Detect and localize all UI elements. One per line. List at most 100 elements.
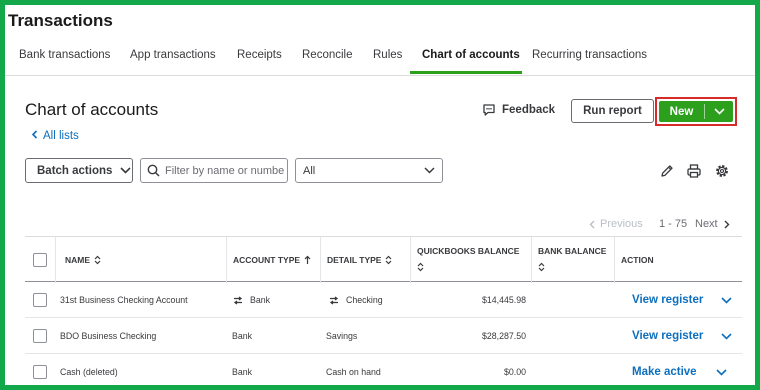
chevron-down-icon — [721, 332, 732, 340]
quickbooks-balance: $28,287.50 — [481, 331, 526, 341]
search-icon — [147, 164, 160, 177]
detail-type: Savings — [326, 331, 358, 341]
all-lists-label: All lists — [43, 130, 79, 142]
search-input[interactable] — [165, 164, 285, 177]
main-content: Chart of accounts All lists Feedback Run… — [5, 76, 755, 385]
edit-pencil-icon[interactable] — [659, 163, 675, 179]
header: Transactions Bank transactions App trans… — [5, 5, 755, 75]
detail-type-cell: Checking — [329, 282, 383, 318]
pagination-previous: Previous — [589, 218, 643, 230]
column-header-detail-type[interactable]: DETAIL TYPE — [320, 237, 410, 283]
tab-rules[interactable]: Rules — [373, 49, 402, 75]
feedback-label: Feedback — [502, 104, 556, 116]
account-name: 31st Business Checking Account — [60, 295, 188, 305]
header-select-cell — [25, 237, 55, 283]
new-split-button: New — [659, 101, 733, 122]
account-type-cell: Bank — [233, 282, 270, 318]
chevron-down-icon — [716, 368, 727, 376]
table-row: Cash (deleted) Bank Cash on hand $0.00 M… — [25, 354, 742, 385]
tab-receipts[interactable]: Receipts — [237, 49, 282, 75]
row-checkbox[interactable] — [33, 329, 47, 343]
chevron-down-icon — [120, 167, 131, 174]
sort-ascending-icon — [304, 255, 311, 265]
table-row: BDO Business Checking Bank Savings $28,2… — [25, 318, 742, 354]
detail-type: Cash on hand — [326, 367, 381, 377]
row-action-dropdown[interactable] — [721, 282, 732, 318]
row-action-dropdown[interactable] — [716, 354, 727, 385]
select-all-checkbox[interactable] — [33, 253, 47, 267]
bank-balance — [531, 354, 611, 385]
new-dropdown-button[interactable] — [705, 101, 733, 122]
account-name: Cash (deleted) — [60, 367, 118, 377]
print-icon[interactable] — [686, 163, 702, 179]
tab-bank-transactions[interactable]: Bank transactions — [19, 49, 110, 75]
tab-app-transactions[interactable]: App transactions — [130, 49, 216, 75]
row-action-dropdown[interactable] — [721, 318, 732, 354]
column-header-quickbooks-balance[interactable]: QUICKBOOKS BALANCE — [410, 237, 531, 283]
column-header-account-type[interactable]: ACCOUNT TYPE — [226, 237, 320, 283]
account-type: Bank — [250, 295, 271, 305]
all-lists-link[interactable]: All lists — [31, 130, 79, 142]
column-name-label: NAME — [65, 255, 91, 265]
quickbooks-balance: $14,445.98 — [481, 295, 526, 305]
view-register-link[interactable]: View register — [632, 318, 703, 354]
chevron-down-icon — [424, 167, 435, 174]
pagination-next-label: Next — [695, 218, 718, 230]
account-filter-select[interactable]: All — [295, 158, 443, 183]
search-field — [140, 158, 288, 183]
account-name: BDO Business Checking — [60, 331, 157, 341]
table-row: 31st Business Checking Account Bank Chec… — [25, 282, 742, 318]
chevron-down-icon — [713, 108, 725, 115]
app-title: Transactions — [8, 11, 113, 30]
row-checkbox-cell — [33, 354, 47, 385]
column-header-bank-balance[interactable]: BANK BALANCE — [531, 237, 614, 283]
gear-icon[interactable] — [714, 163, 730, 179]
feedback-button[interactable]: Feedback — [482, 103, 555, 117]
tab-reconcile[interactable]: Reconcile — [302, 49, 353, 75]
action-label: Make active — [632, 366, 697, 378]
sort-icon — [417, 262, 424, 272]
make-active-link[interactable]: Make active — [632, 354, 697, 385]
row-checkbox[interactable] — [33, 365, 47, 379]
sort-icon — [385, 255, 392, 265]
column-action-label: ACTION — [621, 255, 654, 265]
page-title: Chart of accounts — [25, 100, 159, 119]
sort-icon — [538, 262, 545, 272]
bank-link-icon — [329, 295, 339, 305]
chevron-left-icon — [589, 220, 595, 229]
view-register-link[interactable]: View register — [632, 282, 703, 318]
chevron-right-icon — [724, 220, 730, 229]
account-type: Bank — [232, 367, 253, 377]
detail-type: Checking — [346, 295, 383, 305]
run-report-button[interactable]: Run report — [571, 99, 654, 123]
batch-actions-button[interactable]: Batch actions — [25, 158, 133, 183]
action-label: View register — [632, 330, 704, 342]
new-button[interactable]: New — [659, 101, 704, 122]
tab-recurring-transactions[interactable]: Recurring transactions — [532, 49, 647, 75]
row-checkbox[interactable] — [33, 293, 47, 307]
account-type: Bank — [232, 331, 253, 341]
bank-link-icon — [233, 295, 243, 305]
tab-bar: Bank transactions App transactions Recei… — [5, 49, 755, 75]
action-label: View register — [632, 294, 704, 306]
bank-balance — [531, 318, 611, 354]
account-filter-value: All — [303, 164, 316, 177]
row-checkbox-cell — [33, 282, 47, 318]
table-header: NAME ACCOUNT TYPE DETAIL TYPE QUICKBOOKS… — [25, 236, 742, 283]
column-detail-type-label: DETAIL TYPE — [327, 255, 382, 265]
pagination-range: 1 - 75 — [659, 218, 688, 230]
app-window: Transactions Bank transactions App trans… — [5, 5, 755, 385]
column-header-name[interactable]: NAME — [55, 237, 226, 283]
feedback-icon — [482, 103, 496, 117]
chevron-down-icon — [721, 296, 732, 304]
pagination-previous-label: Previous — [600, 218, 643, 230]
column-bank-balance-label: BANK BALANCE — [538, 246, 607, 256]
active-tab-indicator — [410, 71, 522, 74]
row-checkbox-cell — [33, 318, 47, 354]
batch-actions-label: Batch actions — [37, 164, 113, 177]
new-button-highlight: New — [655, 97, 737, 126]
column-quickbooks-balance-label: QUICKBOOKS BALANCE — [417, 246, 520, 256]
column-account-type-label: ACCOUNT TYPE — [233, 255, 301, 265]
quickbooks-balance: $0.00 — [503, 367, 526, 377]
pagination-next[interactable]: Next — [695, 218, 730, 230]
